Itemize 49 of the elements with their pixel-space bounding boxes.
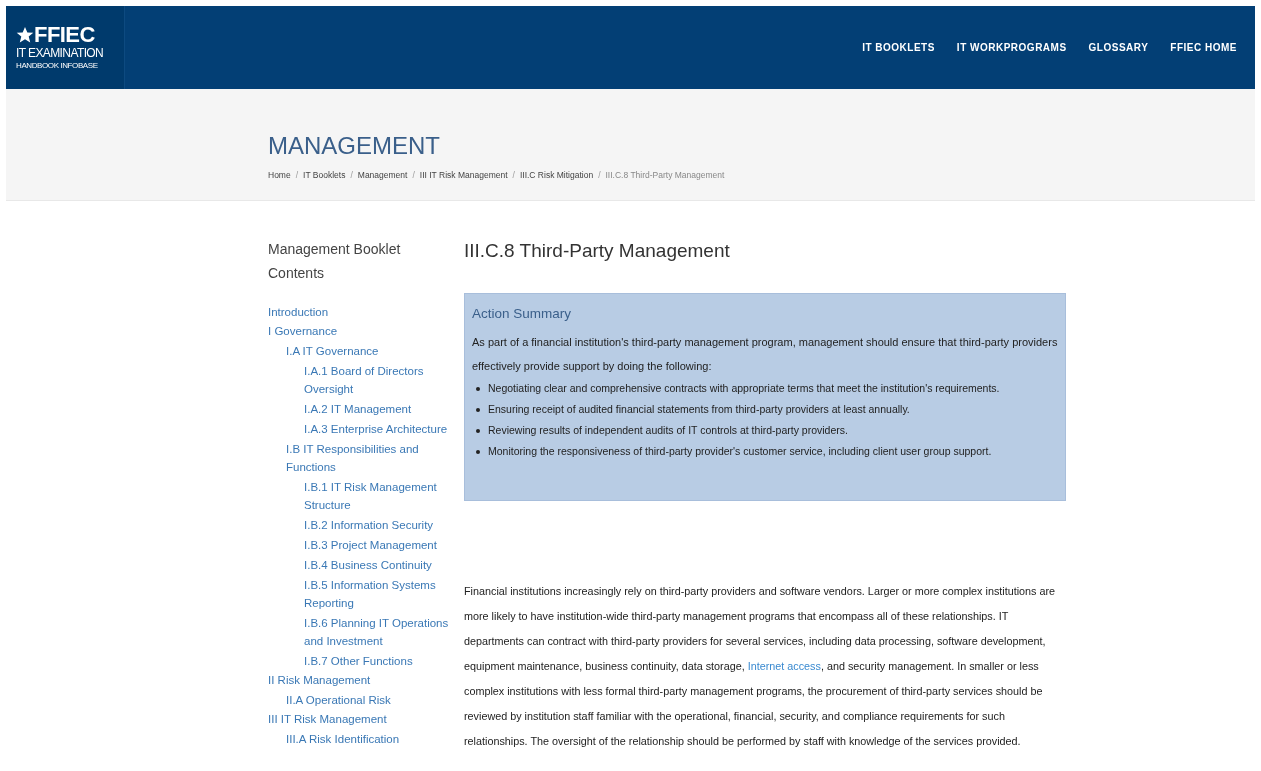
nav-link[interactable]: FFIEC HOME xyxy=(1170,40,1237,55)
toc-link[interactable]: I.B.4 Business Continuity xyxy=(304,556,464,574)
toc-link[interactable]: I.A IT Governance xyxy=(286,342,464,360)
breadcrumb-separator: / xyxy=(349,169,354,182)
toc-link[interactable]: I.A.3 Enterprise Architecture xyxy=(304,420,464,438)
summary-intro: As part of a financial institution's third-party management program, management should ensure that third-party providers effectively provide support by doing the following: xyxy=(472,335,1058,374)
article-paragraph: Financial institutions increasingly rely on third-party providers and software vendors. Larger or more complex institutions are more likely to have institution-wide third-party management programs that encompass all of these relationships. IT departments can contract with third-party providers for several services, including data processing, software development, equipment maintenance, business continuity, data storage, Internet access, and security management. In smaller or less complex institutions with less formal third-party management programs, the procurement of third-party services should be reviewed by institution staff familiar with the operational, financial, security, and compliance requirements for such relationships. The oversight of the relationship should be performed by staff with knowledge of the services provided. xyxy=(464,584,1057,749)
toc-link[interactable]: III IT Risk Management xyxy=(268,710,464,728)
summary-bullet: Reviewing results of independent audits of IT controls at third-party providers. xyxy=(488,423,848,438)
toc-link[interactable]: I.B.6 Planning IT Operations and Investment xyxy=(304,614,464,650)
breadcrumb-separator: / xyxy=(294,169,300,182)
nav-link[interactable]: GLOSSARY xyxy=(1088,40,1149,55)
logo[interactable]: FFIEC IT EXAMINATION HANDBOOK INFOBASE xyxy=(6,6,125,89)
toc-link[interactable]: Introduction xyxy=(268,303,464,321)
nav-link[interactable]: IT BOOKLETS xyxy=(862,40,935,55)
toc-link[interactable]: I.B.1 IT Risk Management Structure xyxy=(304,478,464,514)
summary-bullet: Monitoring the responsiveness of third-party provider's customer service, including client user group support. xyxy=(488,444,992,459)
article-title: III.C.8 Third-Party Management xyxy=(464,239,731,263)
inline-link[interactable]: Internet access xyxy=(747,660,821,672)
toc-link[interactable]: II.A Operational Risk xyxy=(286,691,464,709)
breadcrumb-link[interactable]: III.C.8 Third-Party Management xyxy=(605,169,725,182)
breadcrumb-separator: / xyxy=(511,169,516,182)
toc-link[interactable]: I.A.1 Board of Directors Oversight xyxy=(304,362,464,398)
breadcrumb-separator: / xyxy=(597,169,602,182)
toc-link[interactable]: I.B IT Responsibilities and Functions xyxy=(286,440,464,476)
summary-title: Action Summary xyxy=(472,305,573,323)
toc-link[interactable]: I.A.2 IT Management xyxy=(304,400,464,418)
toc-link[interactable]: I.B.5 Information Systems Reporting xyxy=(304,576,464,612)
logo-line: HANDBOOK INFOBASE xyxy=(16,60,99,71)
toc-link[interactable]: I.B.7 Other Functions xyxy=(304,652,464,670)
toc-link[interactable]: I.B.2 Information Security xyxy=(304,516,464,534)
sidebar-title: Management Booklet Contents xyxy=(268,240,402,283)
breadcrumb-link[interactable]: Home xyxy=(268,169,291,182)
breadcrumb-separator: / xyxy=(411,169,416,182)
summary-bullet: Negotiating clear and comprehensive contracts with appropriate terms that meet the institution's requirements. xyxy=(488,381,1000,396)
toc-link[interactable]: I Governance xyxy=(268,322,464,340)
page-title: MANAGEMENT xyxy=(268,131,441,161)
breadcrumb-link[interactable]: IT Booklets xyxy=(303,169,346,182)
breadcrumb-link[interactable]: Management xyxy=(357,169,408,182)
logo-line: IT EXAMINATION xyxy=(16,46,105,60)
toc-link[interactable]: I.B.3 Project Management xyxy=(304,536,464,554)
breadcrumb-link[interactable]: III IT Risk Management xyxy=(419,169,508,182)
star-icon xyxy=(16,26,34,44)
nav-link[interactable]: IT WORKPROGRAMS xyxy=(956,40,1067,55)
breadcrumb-link[interactable]: III.C Risk Mitigation xyxy=(519,169,594,182)
toc-link[interactable]: II Risk Management xyxy=(268,671,464,689)
toc-link[interactable]: III.A Risk Identification xyxy=(286,730,464,748)
logo-mark: FFIEC xyxy=(34,24,95,46)
summary-bullet: Ensuring receipt of audited financial statements from third-party providers at least annually. xyxy=(488,402,910,417)
